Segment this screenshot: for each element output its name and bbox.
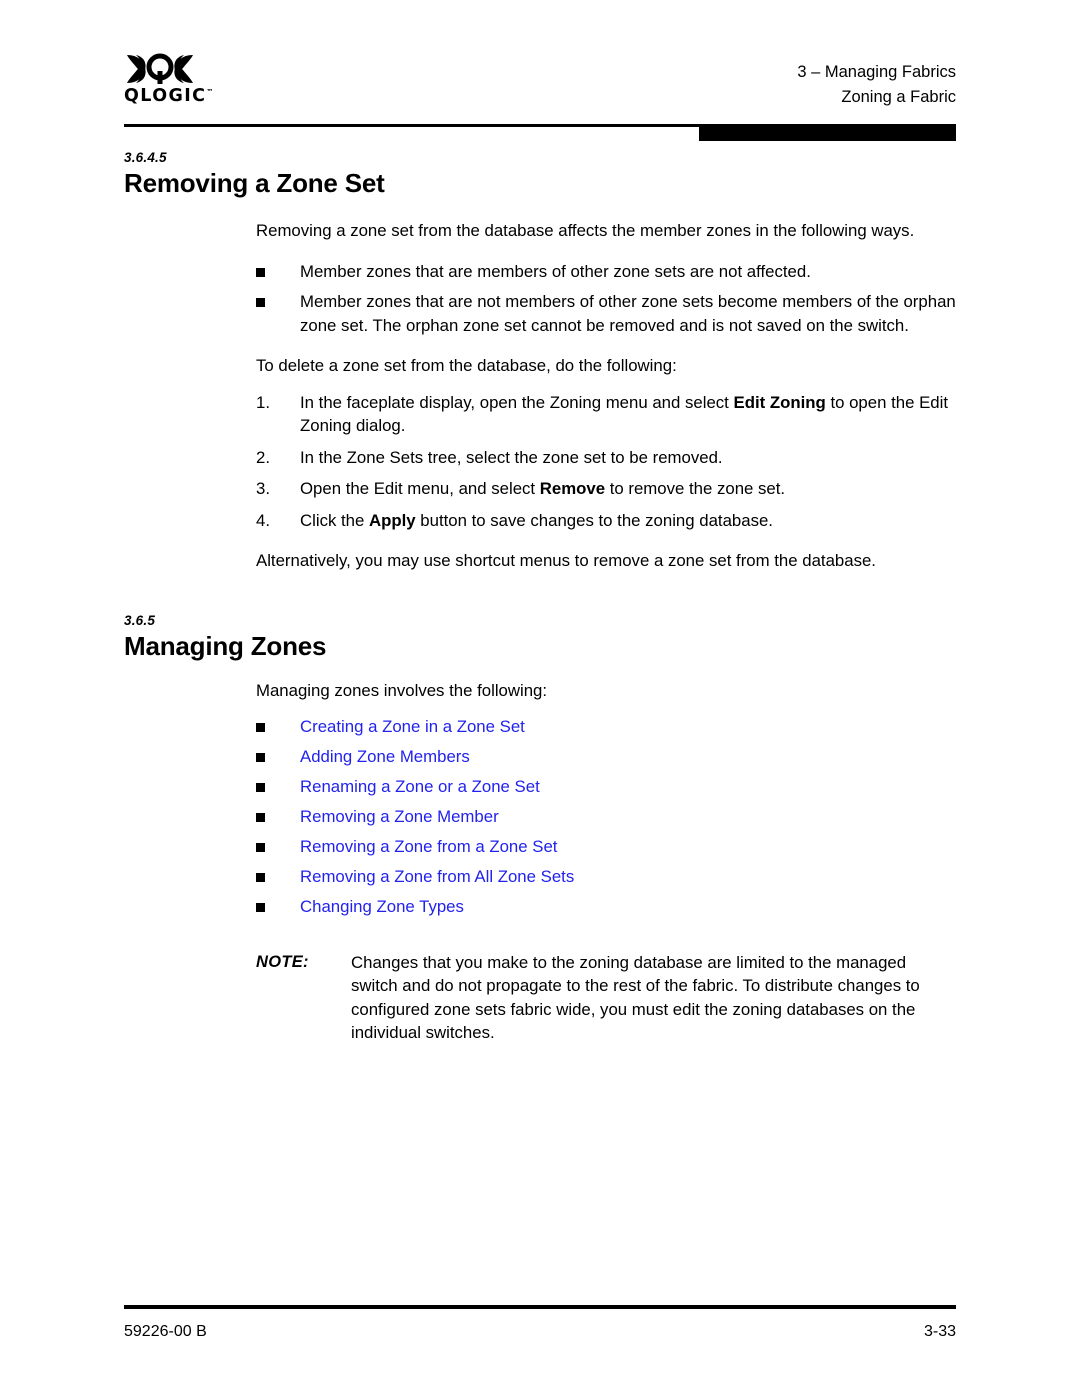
paragraph-text: Managing zones involves the following: xyxy=(256,680,548,700)
section-number-a: 3.6.4.5 xyxy=(124,150,167,165)
header-accent-bar xyxy=(699,124,956,141)
header-chapter: 3 – Managing Fabrics xyxy=(797,63,956,81)
list-item: 2. In the Zone Sets tree, select the zon… xyxy=(256,446,956,470)
note-text: Changes that you make to the zoning data… xyxy=(351,952,920,1043)
square-bullet-icon xyxy=(256,723,265,732)
section-title-managing-zones: Managing Zones xyxy=(124,630,327,661)
list-item: Creating a Zone in a Zone Set xyxy=(256,715,956,739)
paragraph-text: Alternatively, you may use shortcut menu… xyxy=(256,551,876,570)
square-bullet-icon xyxy=(256,813,265,822)
list-item: Removing a Zone from All Zone Sets xyxy=(256,865,956,889)
step-text-before: In the faceplate display, open the Zonin… xyxy=(300,392,734,412)
link-changing-zone-types[interactable]: Changing Zone Types xyxy=(300,897,464,916)
qlogic-wordmark: QLOGIC™ xyxy=(124,86,214,106)
list-item: Changing Zone Types xyxy=(256,895,956,919)
list-item: Removing a Zone from a Zone Set xyxy=(256,835,956,859)
link-removing-a-zone-from-all-zone-sets[interactable]: Removing a Zone from All Zone Sets xyxy=(300,867,574,886)
paragraph-text: To delete a zone set from the database, … xyxy=(256,356,677,375)
square-bullet-icon xyxy=(256,843,265,852)
document-number: 59226-00 B xyxy=(124,1323,207,1340)
list-item: Removing a Zone Member xyxy=(256,805,956,829)
square-bullet-icon xyxy=(256,783,265,792)
square-bullet-icon xyxy=(256,267,265,277)
steps-lead-in: To delete a zone set from the database, … xyxy=(256,354,956,378)
step-number: 3. xyxy=(256,479,270,498)
list-item: Renaming a Zone or a Zone Set xyxy=(256,775,956,799)
page-title: Removing a Zone Set xyxy=(124,168,385,198)
step-text-after: button to save changes to the zoning dat… xyxy=(415,510,773,530)
paragraph-text: Removing a zone set from the database af… xyxy=(256,221,915,240)
step-text-before: Open the Edit menu, and select xyxy=(300,479,540,498)
list-item: Member zones that are not members of oth… xyxy=(256,290,956,337)
link-removing-a-zone-member[interactable]: Removing a Zone Member xyxy=(300,807,499,826)
effects-bullet-list: Member zones that are members of other z… xyxy=(256,260,956,338)
procedure-step-list: 1. In the faceplate display, open the Zo… xyxy=(256,391,956,533)
header-running-title: 3 – Managing Fabrics Zoning a Fabric xyxy=(797,60,956,110)
note-label: NOTE: xyxy=(256,952,309,971)
link-adding-zone-members[interactable]: Adding Zone Members xyxy=(300,747,470,766)
square-bullet-icon xyxy=(256,298,265,307)
trademark-symbol: ™ xyxy=(206,88,214,96)
list-item: 4. Click the Apply button to save change… xyxy=(256,509,956,533)
closing-paragraph-a: Alternatively, you may use shortcut menu… xyxy=(256,549,956,573)
list-item: Member zones that are members of other z… xyxy=(256,260,956,284)
qlogic-logo: QLOGIC™ xyxy=(124,53,244,106)
page-number: 3-33 xyxy=(923,1323,956,1340)
square-bullet-icon xyxy=(256,873,265,882)
managing-zones-link-list: Creating a Zone in a Zone Set Adding Zon… xyxy=(256,715,956,919)
list-item: Adding Zone Members xyxy=(256,745,956,769)
step-text-before: In the Zone Sets tree, select the zone s… xyxy=(300,447,723,467)
intro-paragraph-a: Removing a zone set from the database af… xyxy=(256,219,956,243)
step-emphasis: Remove xyxy=(539,479,606,498)
square-bullet-icon xyxy=(256,903,265,912)
intro-paragraph-b: Managing zones involves the following: xyxy=(256,679,956,703)
qlogic-mark-icon xyxy=(127,53,193,84)
link-creating-a-zone-in-a-zone-set[interactable]: Creating a Zone in a Zone Set xyxy=(300,717,525,736)
page-content: 3.6.4.5 Removing a Zone Set Removing a z… xyxy=(0,150,1080,1045)
step-text-after: to remove the zone set. xyxy=(605,479,786,498)
step-number: 2. xyxy=(256,447,270,467)
list-item-label: Member zones that are not members of oth… xyxy=(300,292,956,335)
square-bullet-icon xyxy=(256,753,265,762)
section-number-b: 3.6.5 xyxy=(124,612,156,628)
header-section: Zoning a Fabric xyxy=(841,88,956,106)
step-emphasis: Apply xyxy=(369,510,416,530)
list-item: 1. In the faceplate display, open the Zo… xyxy=(256,391,956,438)
link-removing-a-zone-from-a-zone-set[interactable]: Removing a Zone from a Zone Set xyxy=(300,837,557,856)
page-header: QLOGIC™ 3 – Managing Fabrics Zoning a Fa… xyxy=(0,0,1080,150)
list-item: 3. Open the Edit menu, and select Remove… xyxy=(256,477,956,501)
step-emphasis: Edit Zoning xyxy=(733,392,826,412)
link-renaming-a-zone-or-a-zone-set[interactable]: Renaming a Zone or a Zone Set xyxy=(300,777,540,796)
step-text-before: Click the xyxy=(300,510,370,530)
step-number: 4. xyxy=(256,510,270,530)
page-footer: 59226-00 B 3-33 xyxy=(0,1277,1080,1397)
note-callout: NOTE: Changes that you make to the zonin… xyxy=(256,951,956,1045)
list-item-label: Member zones that are members of other z… xyxy=(300,261,811,281)
step-number: 1. xyxy=(256,392,270,412)
document-page: QLOGIC™ 3 – Managing Fabrics Zoning a Fa… xyxy=(0,0,1080,1397)
footer-rule xyxy=(124,1305,956,1309)
